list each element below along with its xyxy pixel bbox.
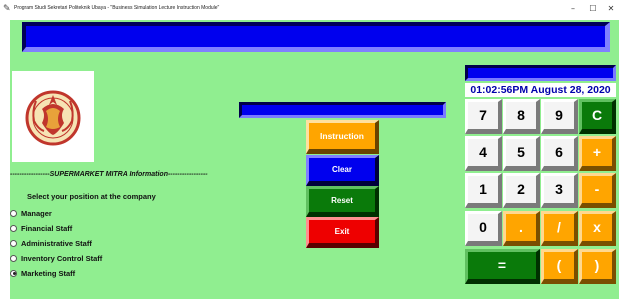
clear-button[interactable]: Clear	[306, 155, 379, 186]
radio-indicator[interactable]	[10, 239, 17, 247]
radio-label: Marketing Staff	[21, 268, 76, 278]
key-0[interactable]: 0	[465, 211, 502, 246]
key-9[interactable]: 9	[541, 99, 578, 134]
key-decimal[interactable]: .	[503, 211, 540, 246]
radio-indicator[interactable]	[10, 224, 17, 232]
main-panel: -----------------SUPERMARKET MITRA Infor…	[10, 20, 619, 299]
key-close-paren[interactable]: )	[579, 249, 616, 284]
exit-button[interactable]: Exit	[306, 217, 379, 248]
result-bar	[239, 102, 446, 118]
radio-manager[interactable]: Manager	[10, 207, 52, 219]
minimize-button[interactable]: –	[564, 2, 582, 16]
key-multiply[interactable]: x	[579, 211, 616, 246]
radio-inventory-control-staff[interactable]: Inventory Control Staff	[10, 252, 102, 264]
key-clear[interactable]: C	[579, 99, 616, 134]
radio-indicator[interactable]	[10, 209, 17, 217]
key-3[interactable]: 3	[541, 173, 578, 208]
info-title: -----------------SUPERMARKET MITRA Infor…	[10, 171, 208, 178]
top-banner	[22, 22, 610, 52]
key-1[interactable]: 1	[465, 173, 502, 208]
maximize-button[interactable]: ☐	[584, 2, 602, 16]
radio-label: Financial Staff	[21, 223, 73, 233]
key-4[interactable]: 4	[465, 136, 502, 171]
key-8[interactable]: 8	[503, 99, 540, 134]
institution-logo	[12, 71, 94, 162]
reset-button[interactable]: Reset	[306, 186, 379, 217]
title-bar: ✎ Program Studi Sekretari Politeknik Uba…	[0, 0, 619, 20]
radio-label: Inventory Control Staff	[21, 253, 103, 263]
instruction-button[interactable]: Instruction	[306, 120, 379, 154]
radio-marketing-staff[interactable]: Marketing Staff	[10, 267, 75, 279]
key-open-paren[interactable]: (	[541, 249, 578, 284]
clock-display: 01:02:56PM August 28, 2020	[465, 83, 616, 97]
feather-icon: ✎	[3, 4, 11, 14]
close-button[interactable]: ✕	[602, 2, 619, 16]
calculator-display	[465, 65, 616, 81]
radio-label: Manager	[21, 208, 52, 218]
key-plus[interactable]: +	[579, 136, 616, 171]
position-select-label: Select your position at the company	[27, 192, 156, 201]
key-5[interactable]: 5	[503, 136, 540, 171]
key-2[interactable]: 2	[503, 173, 540, 208]
app-window: ✎ Program Studi Sekretari Politeknik Uba…	[0, 0, 619, 299]
window-title: Program Studi Sekretari Politeknik Ubaya…	[14, 5, 220, 11]
key-7[interactable]: 7	[465, 99, 502, 134]
radio-indicator[interactable]	[10, 254, 17, 262]
key-equals[interactable]: =	[465, 249, 540, 284]
key-6[interactable]: 6	[541, 136, 578, 171]
radio-financial-staff[interactable]: Financial Staff	[10, 222, 72, 234]
radio-label: Administrative Staff	[21, 238, 92, 248]
key-minus[interactable]: -	[579, 173, 616, 208]
key-divide[interactable]: /	[541, 211, 578, 246]
radio-indicator-selected[interactable]	[10, 269, 17, 277]
radio-administrative-staff[interactable]: Administrative Staff	[10, 237, 92, 249]
